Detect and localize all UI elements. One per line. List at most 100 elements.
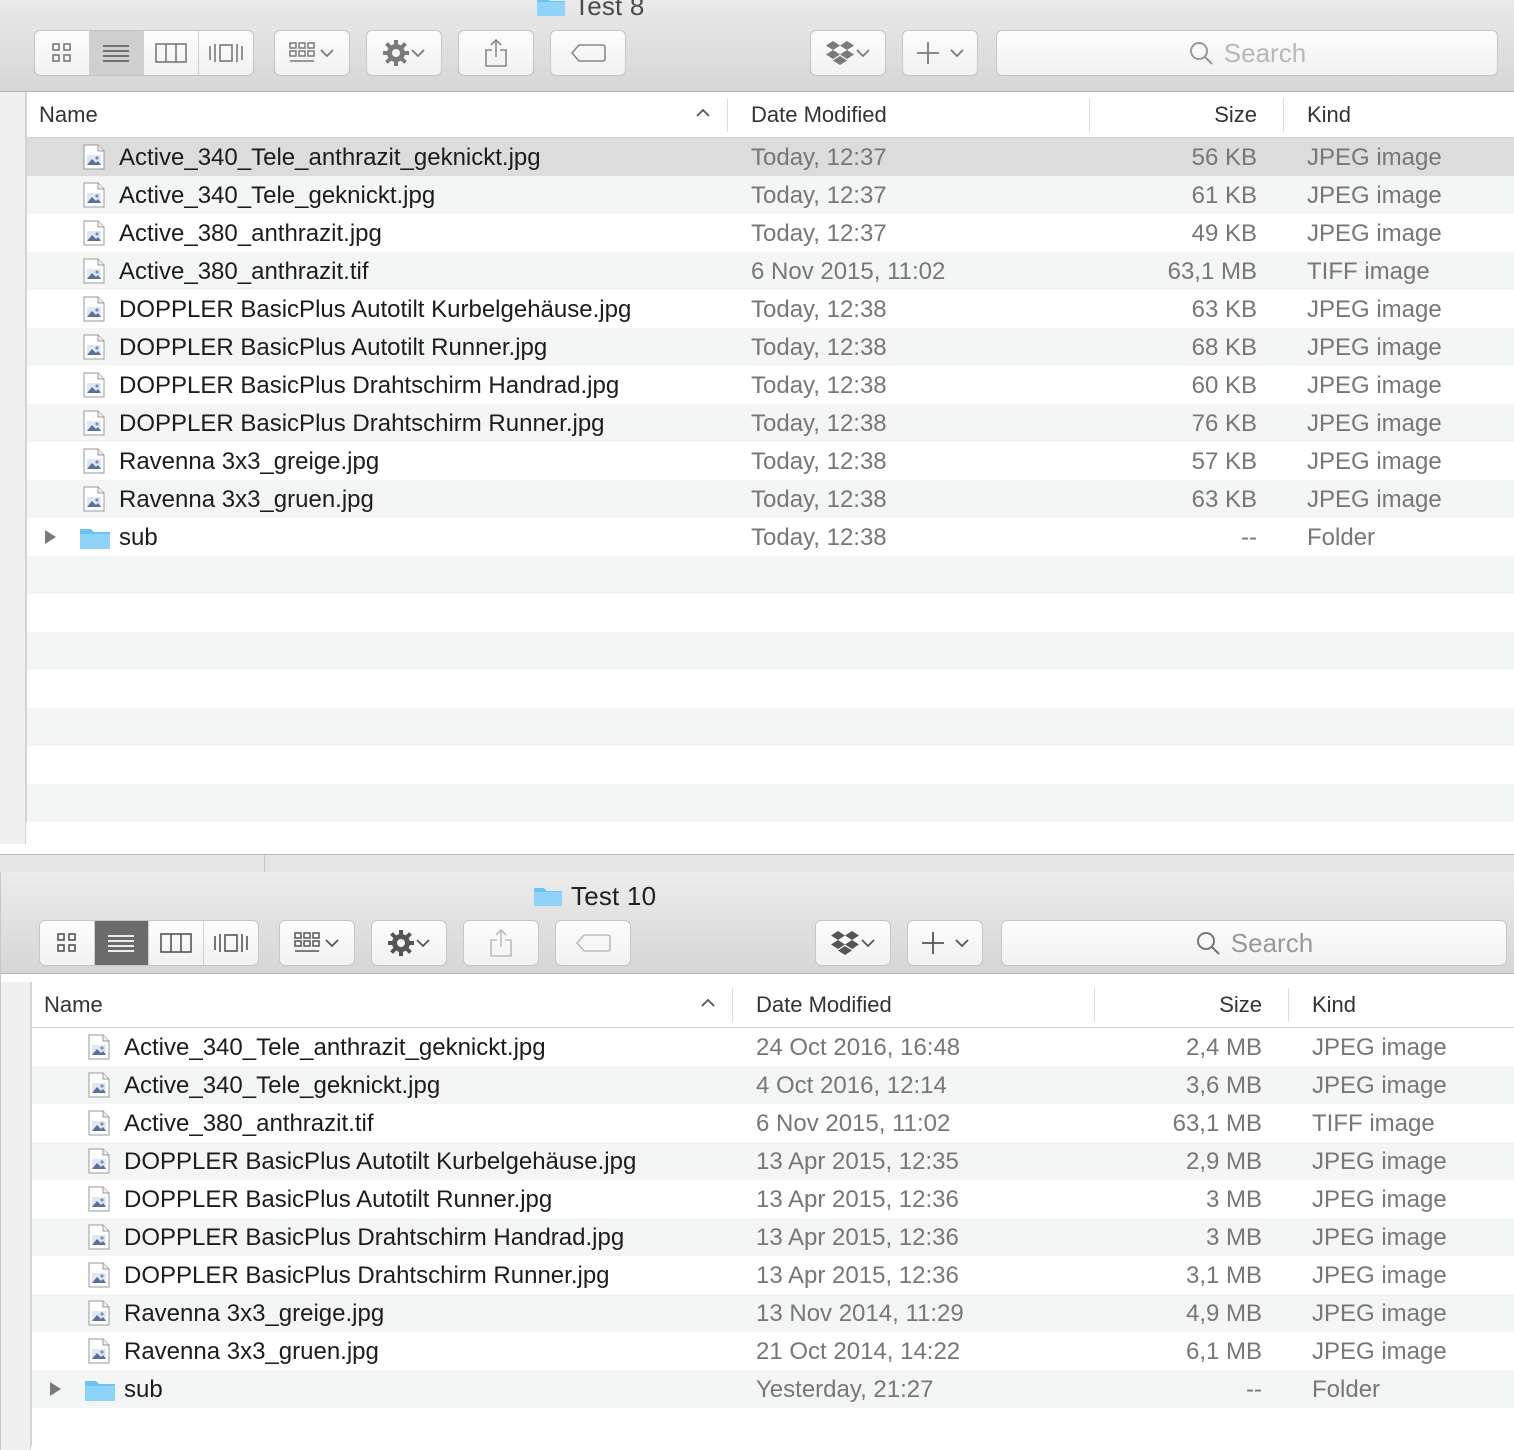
cover-flow-button[interactable] <box>199 31 254 75</box>
column-header-name[interactable]: Name <box>39 92 729 138</box>
image-file-icon <box>83 372 105 398</box>
file-row[interactable]: DOPPLER BasicPlus Autotilt Kurbelgehäuse… <box>32 1142 1514 1180</box>
file-date-modified: Yesterday, 21:27 <box>756 1376 934 1403</box>
tag-icon <box>575 934 611 952</box>
file-row[interactable]: Active_340_Tele_geknickt.jpg 4 Oct 2016, … <box>32 1066 1514 1104</box>
file-row[interactable]: DOPPLER BasicPlus Autotilt Runner.jpg 13 … <box>32 1180 1514 1218</box>
search-input[interactable]: Search <box>996 30 1498 76</box>
column-header-date[interactable]: Date Modified <box>756 982 892 1028</box>
image-file-icon <box>83 144 105 170</box>
sort-ascending-icon <box>696 108 710 117</box>
column-view-button[interactable] <box>149 921 204 965</box>
file-row[interactable]: Active_340_Tele_geknickt.jpg Today, 12:37… <box>27 176 1514 214</box>
tag-icon <box>570 44 606 62</box>
search-input[interactable]: Search <box>1001 920 1507 966</box>
file-name: Active_340_Tele_geknickt.jpg <box>119 182 436 209</box>
file-date-modified: Today, 12:38 <box>751 372 887 399</box>
group-by-button[interactable] <box>274 30 350 76</box>
file-row[interactable]: Active_380_anthrazit.tif 6 Nov 2015, 11:0… <box>27 252 1514 290</box>
file-row[interactable]: Active_380_anthrazit.tif 6 Nov 2015, 11:0… <box>32 1104 1514 1142</box>
column-header-name[interactable]: Name <box>44 982 734 1028</box>
icon-view-button[interactable] <box>35 31 90 75</box>
file-row[interactable]: Ravenna 3x3_gruen.jpg 21 Oct 2014, 14:22 6… <box>32 1332 1514 1370</box>
column-header-size[interactable]: Size <box>1092 982 1262 1028</box>
share-button[interactable] <box>463 920 539 966</box>
file-row[interactable]: DOPPLER BasicPlus Drahtschirm Handrad.jp… <box>27 366 1514 404</box>
column-view-icon <box>154 43 187 63</box>
gear-icon <box>383 40 409 66</box>
file-row[interactable]: DOPPLER BasicPlus Autotilt Kurbelgehäuse… <box>27 290 1514 328</box>
column-header: Name Date Modified Size Kind <box>26 92 1514 138</box>
file-kind: Folder <box>1312 1376 1381 1403</box>
group-icon <box>294 932 320 952</box>
column-header: Name Date Modified Size Kind <box>31 982 1514 1028</box>
column-header-kind[interactable]: Kind <box>1307 92 1351 138</box>
dropbox-button[interactable] <box>810 30 886 76</box>
group-by-button[interactable] <box>279 920 355 966</box>
file-kind: JPEG image <box>1312 1262 1447 1289</box>
file-size: 3 MB <box>1205 1186 1262 1213</box>
tag-button[interactable] <box>555 920 631 966</box>
cover-flow-button[interactable] <box>204 921 259 965</box>
dropbox-icon <box>831 931 859 955</box>
file-name: DOPPLER BasicPlus Autotilt Kurbelgehäuse… <box>119 296 632 323</box>
folder-row[interactable]: sub Yesterday, 21:27 -- Folder <box>32 1370 1514 1408</box>
folder-icon <box>85 1381 115 1401</box>
file-row[interactable]: Active_380_anthrazit.jpg Today, 12:37 49 K… <box>27 214 1514 252</box>
gear-icon <box>388 930 414 956</box>
tag-button[interactable] <box>550 30 626 76</box>
column-view-button[interactable] <box>144 31 199 75</box>
folder-row[interactable]: sub Today, 12:38 -- Folder <box>27 518 1514 556</box>
finder-window-test-10: Test 10 Search Name Date Modified Size K… <box>0 872 1514 1450</box>
image-file-icon <box>88 1300 110 1326</box>
add-button[interactable] <box>907 920 983 966</box>
file-row[interactable]: Ravenna 3x3_greige.jpg Today, 12:38 57 KB J… <box>27 442 1514 480</box>
file-row[interactable]: Ravenna 3x3_greige.jpg 13 Nov 2014, 11:29… <box>32 1294 1514 1332</box>
file-date-modified: 4 Oct 2016, 12:14 <box>756 1072 947 1099</box>
column-header-kind[interactable]: Kind <box>1312 982 1356 1028</box>
search-icon <box>1189 42 1213 65</box>
file-kind: Folder <box>1307 524 1376 551</box>
list-view-icon <box>103 45 130 62</box>
dropbox-button[interactable] <box>815 920 891 966</box>
file-row[interactable]: DOPPLER BasicPlus Autotilt Runner.jpg Tod… <box>27 328 1514 366</box>
icon-view-button[interactable] <box>40 921 95 965</box>
column-header-size[interactable]: Size <box>1087 92 1257 138</box>
image-file-icon <box>88 1072 110 1098</box>
sidebar-edge <box>1 982 31 1450</box>
file-date-modified: Today, 12:37 <box>751 182 887 209</box>
column-header-date[interactable]: Date Modified <box>751 92 887 138</box>
share-button[interactable] <box>458 30 534 76</box>
file-date-modified: Today, 12:37 <box>751 220 887 247</box>
file-date-modified: 6 Nov 2015, 11:02 <box>756 1110 951 1137</box>
action-button[interactable] <box>371 920 447 966</box>
file-size: 63,1 MB <box>1172 1110 1262 1137</box>
file-kind: JPEG image <box>1312 1072 1447 1099</box>
file-date-modified: Today, 12:37 <box>751 144 887 171</box>
list-view-button[interactable] <box>89 31 144 75</box>
action-button[interactable] <box>366 30 442 76</box>
list-view-button[interactable] <box>94 921 149 965</box>
file-size: 2,4 MB <box>1185 1034 1262 1061</box>
file-size: 76 KB <box>1191 410 1257 437</box>
disclosure-triangle-icon[interactable] <box>48 1380 62 1398</box>
file-row[interactable]: Active_340_Tele_anthrazit_geknickt.jpg 24… <box>32 1028 1514 1066</box>
image-file-icon <box>88 1224 110 1250</box>
file-row[interactable]: Active_340_Tele_anthrazit_geknickt.jpg To… <box>27 138 1514 176</box>
file-date-modified: 13 Apr 2015, 12:36 <box>756 1262 959 1289</box>
file-row[interactable]: Ravenna 3x3_gruen.jpg Today, 12:38 63 KB JP… <box>27 480 1514 518</box>
file-size: -- <box>1246 1376 1262 1403</box>
folder-icon <box>80 529 110 549</box>
cover-flow-icon <box>208 44 243 62</box>
file-date-modified: Today, 12:38 <box>751 410 887 437</box>
image-file-icon <box>83 220 105 246</box>
image-file-icon <box>83 410 105 436</box>
add-button[interactable] <box>902 30 978 76</box>
file-row[interactable]: DOPPLER BasicPlus Drahtschirm Runner.jpg… <box>27 404 1514 442</box>
file-row[interactable]: DOPPLER BasicPlus Drahtschirm Runner.jpg… <box>32 1256 1514 1294</box>
file-row[interactable]: DOPPLER BasicPlus Drahtschirm Handrad.jp… <box>32 1218 1514 1256</box>
disclosure-triangle-icon[interactable] <box>43 528 57 546</box>
group-icon <box>289 42 315 62</box>
chevron-down-icon <box>411 49 425 58</box>
file-kind: JPEG image <box>1307 296 1442 323</box>
